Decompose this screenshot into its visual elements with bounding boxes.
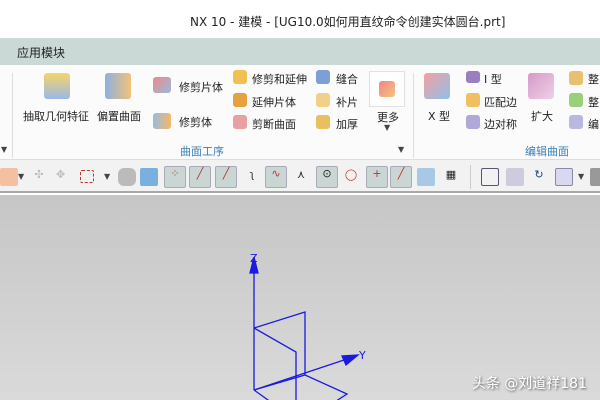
edit-icon	[569, 93, 583, 107]
snap-existing-point-icon[interactable]: ⁘	[164, 166, 186, 188]
trim-body-label: 修剪体	[179, 116, 212, 129]
group-label-edit-surface: 编辑曲面	[525, 145, 569, 158]
y-axis-label: Y	[359, 349, 366, 362]
edit-surface-item-1[interactable]: 整	[588, 71, 599, 87]
pan-icon[interactable]	[506, 168, 524, 186]
extract-geometry-icon	[44, 73, 70, 99]
more-icon	[369, 71, 405, 107]
chevron-down-icon[interactable]: ▼	[104, 172, 110, 181]
i-form-icon	[466, 71, 480, 83]
bounded-grid-icon[interactable]	[417, 168, 435, 186]
trim-extend-button[interactable]: 修剪和延伸	[252, 71, 307, 87]
divider	[12, 73, 13, 158]
divider	[470, 165, 471, 189]
i-form-button[interactable]: I 型	[484, 71, 502, 87]
mid-point-icon[interactable]: ╱	[215, 166, 237, 188]
divider	[413, 73, 414, 158]
point-on-face-icon[interactable]: ╱	[390, 166, 412, 188]
divide-face-icon	[233, 115, 247, 129]
trim-extend-icon	[233, 70, 247, 84]
view-layout-icon[interactable]	[555, 168, 573, 186]
extend-sheet-button[interactable]: 延伸片体	[252, 94, 296, 110]
thicken-icon	[316, 115, 330, 129]
control-point-icon[interactable]: ∿	[265, 166, 287, 188]
menu-bar: 应用模块	[0, 38, 600, 65]
enlarge-icon	[528, 73, 554, 99]
group-expand-icon[interactable]: ▼	[398, 145, 404, 154]
extend-sheet-icon	[233, 93, 247, 107]
extract-geometry-label: 抽取几何特征	[23, 110, 89, 123]
patch-button[interactable]: 补片	[336, 94, 358, 110]
chevron-down-icon[interactable]: ▼	[1, 145, 7, 154]
filter-icon[interactable]	[0, 168, 18, 186]
select-icon[interactable]: ✥	[56, 168, 74, 186]
match-edge-button[interactable]: 匹配边	[484, 94, 517, 110]
edit-icon	[569, 71, 583, 85]
end-point-icon[interactable]: ╱	[189, 166, 211, 188]
shaded-icon[interactable]	[118, 168, 136, 186]
edit-surface-item-2[interactable]: 整	[588, 94, 599, 110]
chevron-down-icon[interactable]: ▼	[18, 172, 24, 181]
sew-button[interactable]: 缝合	[336, 71, 358, 87]
chevron-down-icon: ▼	[384, 123, 391, 132]
curve-point-icon[interactable]: ʅ	[243, 168, 261, 186]
snap-point-icon[interactable]: ✣	[30, 168, 48, 186]
sew-icon	[316, 70, 330, 84]
patch-icon	[316, 93, 330, 107]
group-label-surface-ops: 曲面工序	[180, 145, 224, 158]
trim-body-icon	[153, 113, 171, 129]
menu-application-modules[interactable]: 应用模块	[17, 44, 65, 61]
z-axis-label: Z	[250, 252, 258, 265]
zoom-fit-icon[interactable]	[481, 168, 499, 186]
selection-toolbar: ▼ ✣ ✥ ▼ ⁘ ╱ ╱ ʅ ∿ ⋏ ⊙ ◯ + ╱ ▦ ↻ ▼	[0, 160, 600, 193]
window-title: NX 10 - 建模 - [UG10.0如何用直纹命令创建实体圆台.prt]	[0, 0, 600, 38]
match-edge-icon	[466, 93, 480, 107]
enlarge-label: 扩大	[531, 110, 553, 123]
edit-surface-item-3[interactable]: 编	[588, 116, 599, 132]
edge-symmetry-button[interactable]: 边对称	[484, 116, 517, 132]
arc-center-icon[interactable]: ⊙	[316, 166, 338, 188]
edge-symmetry-icon	[466, 115, 480, 129]
watermark: 头条 @刘道祥181	[471, 376, 587, 392]
quadrant-icon[interactable]: ◯	[342, 168, 360, 186]
ribbon: ▼ 抽取几何特征 偏置曲面 修剪片体 修剪体 修剪和延伸 延伸片体 剪断曲面 缝…	[0, 65, 600, 160]
y-arrow-icon	[341, 354, 360, 367]
plane-xy	[253, 374, 349, 400]
intersection-icon[interactable]: ⋏	[292, 168, 310, 186]
point-on-curve-icon[interactable]: +	[366, 166, 388, 188]
edit-icon	[569, 115, 583, 129]
chevron-down-icon[interactable]: ▼	[578, 172, 584, 181]
cube-icon[interactable]	[140, 168, 158, 186]
trim-sheet-label: 修剪片体	[179, 81, 223, 94]
render-style-icon[interactable]	[590, 168, 600, 186]
plane-yz	[253, 311, 306, 375]
offset-surface-icon	[105, 73, 131, 99]
plane-xz	[253, 327, 297, 400]
x-form-label: X 型	[428, 110, 451, 123]
graphics-viewport[interactable]: Z Y 头条 @刘道祥181	[0, 195, 600, 400]
x-form-icon	[424, 73, 450, 99]
thicken-button[interactable]: 加厚	[336, 116, 358, 132]
grid-icon[interactable]: ▦	[442, 168, 460, 186]
rectangle-select-icon[interactable]	[80, 170, 94, 183]
datum-csys	[249, 256, 360, 400]
offset-surface-label: 偏置曲面	[97, 110, 141, 123]
trim-sheet-icon	[153, 77, 171, 93]
divide-face-button[interactable]: 剪断曲面	[252, 116, 296, 132]
rotate-icon[interactable]: ↻	[530, 168, 548, 186]
